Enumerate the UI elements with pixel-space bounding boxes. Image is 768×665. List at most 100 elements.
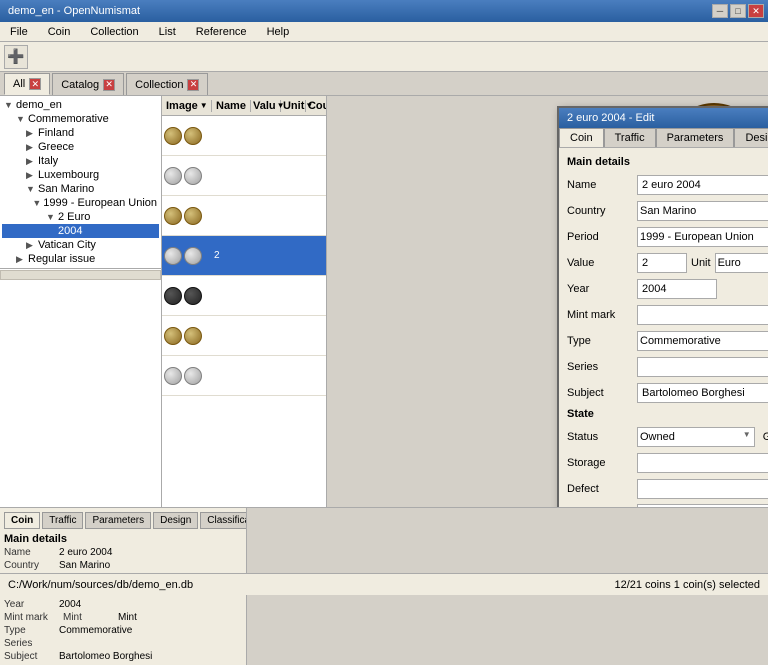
coin-thumbnail	[162, 285, 212, 307]
tree-scrollbar[interactable]	[0, 270, 161, 280]
coin-thumbnail	[162, 365, 212, 387]
detail-type-value: Commemorative	[59, 625, 132, 636]
tree-arrow: ▼	[16, 114, 26, 124]
tree-arrow: ▼	[32, 198, 41, 208]
tree-item-regular[interactable]: ▶ Regular issue	[2, 252, 159, 266]
coin-row[interactable]	[162, 316, 326, 356]
detail-tab-coin[interactable]: Coin	[4, 512, 40, 529]
detail-series-row: Series	[4, 638, 242, 649]
series-select[interactable]	[637, 357, 768, 377]
coin-row[interactable]	[162, 196, 326, 236]
close-button[interactable]: ✕	[748, 4, 764, 18]
header-image[interactable]: Image ▼	[162, 100, 212, 112]
menu-collection[interactable]: Collection	[84, 24, 144, 40]
tree-item-greece[interactable]: ▶ Greece	[2, 140, 159, 154]
tab-catalog-close[interactable]: ✕	[103, 79, 115, 91]
toolbar: ➕	[0, 42, 768, 72]
header-value[interactable]: Valu ▼	[251, 100, 281, 112]
tree-item-italy[interactable]: ▶ Italy	[2, 154, 159, 168]
tree-item-luxembourg[interactable]: ▶ Luxembourg	[2, 168, 159, 182]
unit-inline-label: Unit	[691, 257, 711, 269]
menu-list[interactable]: List	[153, 24, 182, 40]
tree-panel: ▼ demo_en ▼ Commemorative ▶ Finland ▶ Gr…	[0, 96, 162, 507]
detail-subject-row: Subject Bartolomeo Borghesi	[4, 651, 242, 662]
tree-item-commemorative[interactable]: ▼ Commemorative	[2, 112, 159, 126]
tab-collection[interactable]: Collection ✕	[126, 73, 208, 95]
coin-reverse-thumb	[184, 367, 202, 385]
tree-item-vatican[interactable]: ▶ Vatican City	[2, 238, 159, 252]
name-input[interactable]	[637, 175, 768, 195]
detail-tab-traffic[interactable]: Traffic	[42, 512, 83, 529]
tab-all-close[interactable]: ✕	[29, 78, 41, 90]
header-country[interactable]: Country ▼	[306, 100, 327, 112]
subject-input[interactable]	[637, 383, 768, 403]
tree-item-1999-eu[interactable]: ▼ 1999 - European Union	[2, 196, 159, 210]
tree-arrow: ▶	[26, 142, 36, 153]
coin-name-cell	[212, 214, 326, 218]
header-name[interactable]: Name	[212, 100, 251, 112]
coin-thumbnail	[162, 165, 212, 187]
features-textarea[interactable]	[637, 504, 768, 507]
defect-label: Defect	[567, 483, 637, 495]
detail-mintmark-label: Mint mark	[4, 612, 59, 623]
country-label: Country	[567, 205, 637, 217]
tree-item-finland[interactable]: ▶ Finland	[2, 126, 159, 140]
subject-label: Subject	[567, 387, 637, 399]
dialog-tab-design[interactable]: Design	[734, 128, 768, 147]
menu-reference[interactable]: Reference	[190, 24, 253, 40]
maximize-button[interactable]: □	[730, 4, 746, 18]
coin-row[interactable]	[162, 116, 326, 156]
tab-collection-close[interactable]: ✕	[187, 79, 199, 91]
tree-label: Italy	[38, 155, 58, 167]
detail-tab-parameters[interactable]: Parameters	[85, 512, 151, 529]
country-row: Country San Marino C	[567, 200, 768, 222]
tree-item-2004[interactable]: 2004	[2, 224, 159, 238]
tree-item-san-marino[interactable]: ▼ San Marino	[2, 182, 159, 196]
coin-row[interactable]	[162, 156, 326, 196]
detail-tab-classification[interactable]: Classification	[200, 512, 247, 529]
menu-file[interactable]: File	[4, 24, 34, 40]
year-input[interactable]	[637, 279, 717, 299]
title-bar: demo_en - OpenNumismat ─ □ ✕	[0, 0, 768, 22]
minimize-button[interactable]: ─	[712, 4, 728, 18]
dialog-tab-parameters[interactable]: Parameters	[656, 128, 735, 147]
type-select[interactable]: Commemorative	[637, 331, 768, 351]
value-input[interactable]	[637, 253, 687, 273]
tree-item-2euro[interactable]: ▼ 2 Euro	[2, 210, 159, 224]
unit-select[interactable]: Euro	[715, 253, 768, 273]
coin-row[interactable]	[162, 276, 326, 316]
app-title: demo_en - OpenNumismat	[8, 5, 140, 17]
detail-tab-design[interactable]: Design	[153, 512, 198, 529]
dialog-tab-coin[interactable]: Coin	[559, 128, 604, 147]
mintmark-input[interactable]	[637, 305, 768, 325]
detail-type-row: Type Commemorative	[4, 625, 242, 636]
menu-help[interactable]: Help	[261, 24, 296, 40]
mintmark-row: Mint mark Mint	[567, 304, 768, 326]
name-row: Name Generate	[567, 174, 768, 196]
defect-select[interactable]	[637, 479, 768, 499]
sort-arrow: ▼	[200, 101, 208, 110]
dialog-tab-traffic[interactable]: Traffic	[604, 128, 656, 147]
dialog-body: Main details Name Generate Country San M…	[559, 148, 768, 507]
mintmark-label: Mint mark	[567, 309, 637, 321]
tree-label: demo_en	[16, 99, 62, 111]
tree-label: 2 Euro	[58, 211, 90, 223]
tree-label: Vatican City	[38, 239, 96, 251]
country-select[interactable]: San Marino	[637, 201, 768, 221]
tab-catalog[interactable]: Catalog ✕	[52, 73, 124, 95]
storage-input[interactable]	[637, 453, 768, 473]
add-button[interactable]: ➕	[4, 45, 28, 69]
tab-all-label: All	[13, 78, 25, 90]
status-label: Status	[567, 431, 637, 443]
period-label: Period	[567, 231, 637, 243]
tree-item-demo_en[interactable]: ▼ demo_en	[2, 98, 159, 112]
detail-subject-value: Bartolomeo Borghesi	[59, 651, 152, 662]
coin-row[interactable]	[162, 356, 326, 396]
coin-row-selected[interactable]: 2	[162, 236, 326, 276]
header-unit[interactable]: Unit ▼	[281, 100, 306, 112]
tab-all[interactable]: All ✕	[4, 73, 50, 95]
status-select[interactable]: Owned	[637, 427, 755, 447]
menu-coin[interactable]: Coin	[42, 24, 77, 40]
period-select[interactable]: 1999 - European Union	[637, 227, 768, 247]
detail-mint-value: Mint	[118, 612, 137, 623]
